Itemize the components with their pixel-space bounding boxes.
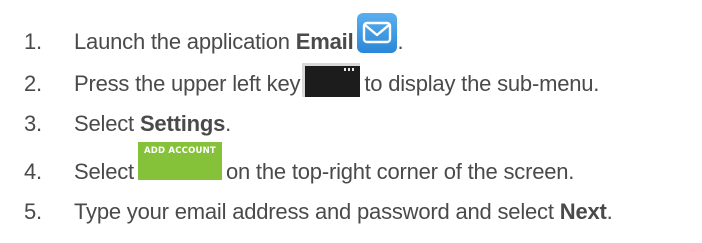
- step-text: Select: [74, 159, 134, 184]
- settings-label: Settings: [139, 111, 226, 136]
- step-3: 3. Select Settings.: [24, 104, 231, 144]
- step-number: 5.: [24, 199, 42, 224]
- step-text: Select: [74, 111, 134, 136]
- step-text-end: .: [397, 29, 404, 54]
- email-envelope-icon: [357, 13, 398, 53]
- instruction-steps: 1. Launch the application Email . 2. Pre…: [0, 0, 702, 243]
- step-number: 1.: [24, 29, 42, 54]
- step-text-end: to display the sub-menu.: [364, 71, 600, 96]
- step-2: 2. Press the upper left key to display t…: [24, 63, 600, 104]
- step-number: 3.: [24, 111, 42, 136]
- step-text: Press the upper left key: [74, 71, 301, 96]
- add-account-button: ADD ACCOUNT: [137, 142, 222, 180]
- step-text-end: .: [606, 199, 613, 224]
- next-label: Next: [559, 199, 607, 224]
- step-text-end: on the top-right corner of the screen.: [225, 159, 575, 184]
- step-number: 4.: [24, 159, 42, 184]
- step-5: 5. Type your email address and password …: [24, 192, 613, 232]
- step-text-end: .: [225, 111, 232, 136]
- app-name-email: Email: [295, 29, 354, 54]
- step-1: 1. Launch the application Email .: [24, 13, 404, 62]
- step-text: Launch the application: [74, 29, 290, 54]
- step-text: Type your email address and password and…: [74, 199, 554, 224]
- step-4: 4. Select ADD ACCOUNT on the top-right c…: [24, 142, 575, 192]
- menu-key-icon: [302, 63, 361, 97]
- step-number: 2.: [24, 71, 42, 96]
